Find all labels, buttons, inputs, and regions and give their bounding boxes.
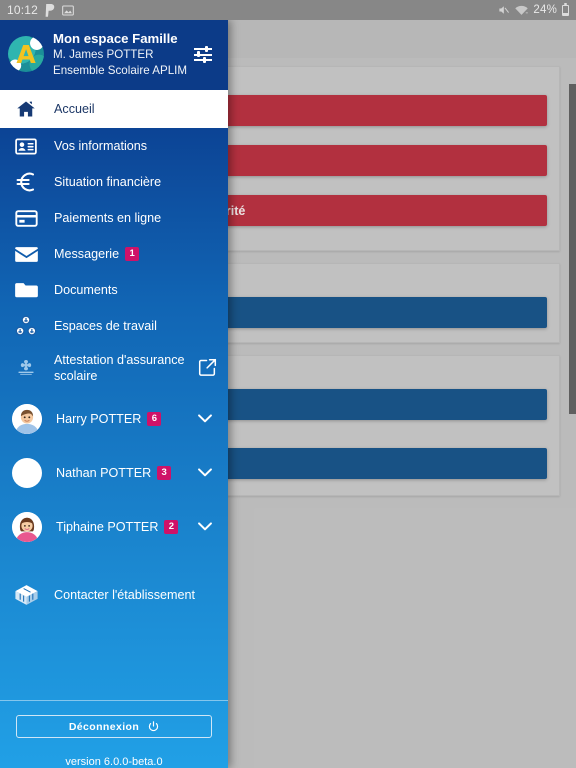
chevron-down-icon[interactable]	[194, 515, 218, 539]
badge-count: 3	[157, 466, 172, 481]
wifi-icon	[515, 5, 529, 16]
drawer-menu: Accueil Vos informations Situation finan…	[0, 90, 228, 696]
folder-icon	[12, 277, 40, 303]
drawer-user-name: M. James POTTER	[53, 48, 154, 62]
sidebar-item-label: Contacter l'établissement	[54, 588, 196, 603]
sidebar-item-contacter-etablissement[interactable]: Contacter l'établissement	[0, 572, 228, 618]
sidebar-item-espaces-de-travail[interactable]: Espaces de travail	[0, 308, 228, 344]
drawer-footer: Déconnexion version 6.0.0-beta.0	[0, 701, 228, 768]
id-card-icon	[12, 133, 40, 159]
boy-avatar	[12, 404, 42, 435]
girl-avatar	[12, 512, 42, 543]
image-icon	[62, 5, 74, 16]
credit-card-icon	[12, 205, 40, 231]
envelope-icon	[12, 241, 40, 267]
status-time: 10:12	[7, 3, 39, 17]
sidebar-item-label: Harry POTTER 6	[56, 411, 194, 427]
chevron-down-icon[interactable]	[194, 461, 218, 485]
school-building-icon	[12, 582, 40, 608]
sidebar-item-label: Messagerie 1	[54, 246, 218, 262]
euro-icon	[12, 169, 40, 195]
network-nodes-icon	[12, 313, 40, 339]
sidebar-item-child-tiphaine-potter[interactable]: Tiphaine POTTER 2	[0, 500, 228, 554]
app-logo-icon: A	[8, 36, 44, 73]
sidebar-item-attestation-assurance-scolaire[interactable]: Attestation d'assurance scolaire	[0, 344, 228, 392]
sidebar-item-label: Vos informations	[54, 139, 148, 154]
sidebar-item-vos-informations[interactable]: Vos informations	[0, 128, 228, 164]
chevron-down-icon[interactable]	[194, 407, 218, 431]
paypal-icon	[45, 3, 55, 17]
sidebar-item-label: Attestation d'assurance scolaire	[54, 353, 185, 384]
logout-button[interactable]: Déconnexion	[16, 715, 212, 738]
sidebar-item-child-harry-potter[interactable]: Harry POTTER 6	[0, 392, 228, 446]
battery-percent: 24%	[533, 4, 557, 16]
sidebar-item-label: Accueil	[54, 102, 95, 117]
page-scrollbar[interactable]	[569, 58, 576, 768]
sidebar-item-child-nathan-potter[interactable]: Nathan POTTER 3	[0, 446, 228, 500]
drawer-title: Mon espace Famille	[53, 31, 178, 46]
logout-label: Déconnexion	[68, 720, 140, 733]
external-link-icon[interactable]	[198, 358, 218, 378]
mute-icon	[498, 4, 510, 16]
badge-count: 6	[147, 412, 162, 427]
sidebar-item-label: Documents	[54, 283, 118, 298]
default-person-avatar	[12, 458, 42, 489]
badge-count: 1	[125, 247, 140, 262]
sidebar-item-label: Situation financière	[54, 175, 162, 190]
badge-count: 2	[164, 520, 179, 535]
drawer-school-name: Ensemble Scolaire APLIM	[53, 63, 188, 77]
sidebar-item-label: Nathan POTTER 3	[56, 465, 194, 481]
power-icon	[148, 721, 159, 732]
sidebar-item-label: Paiements en ligne	[54, 211, 162, 226]
android-status-bar: 10:12 24%	[0, 0, 576, 20]
scrollbar-thumb[interactable]	[569, 84, 576, 414]
logo-letter: A	[16, 39, 36, 69]
sidebar-item-messagerie[interactable]: Messagerie 1	[0, 236, 228, 272]
sidebar-item-label: Espaces de travail	[54, 319, 157, 334]
sliders-icon[interactable]	[194, 44, 216, 64]
app-root: ier d'inscription à compléter ier d'insc…	[0, 0, 576, 768]
battery-icon	[562, 2, 569, 16]
sidebar-item-paiements-en-ligne[interactable]: Paiements en ligne	[0, 200, 228, 236]
home-icon	[12, 96, 40, 122]
drawer-header: A Mon espace Famille M. James POTTER Ens…	[0, 20, 228, 91]
drawer-header-text: Mon espace Famille M. James POTTER Ensem…	[53, 30, 194, 78]
status-bar-left: 10:12	[7, 3, 74, 17]
navigation-drawer: A Mon espace Famille M. James POTTER Ens…	[0, 20, 228, 768]
sidebar-item-documents[interactable]: Documents	[0, 272, 228, 308]
sidebar-item-situation-financiere[interactable]: Situation financière	[0, 164, 228, 200]
sidebar-item-accueil[interactable]: Accueil	[0, 90, 228, 129]
status-bar-right: 24%	[498, 2, 569, 16]
app-version: version 6.0.0-beta.0	[65, 756, 163, 768]
sidebar-item-label: Tiphaine POTTER 2	[56, 519, 194, 535]
insurance-logo-icon	[12, 355, 40, 381]
